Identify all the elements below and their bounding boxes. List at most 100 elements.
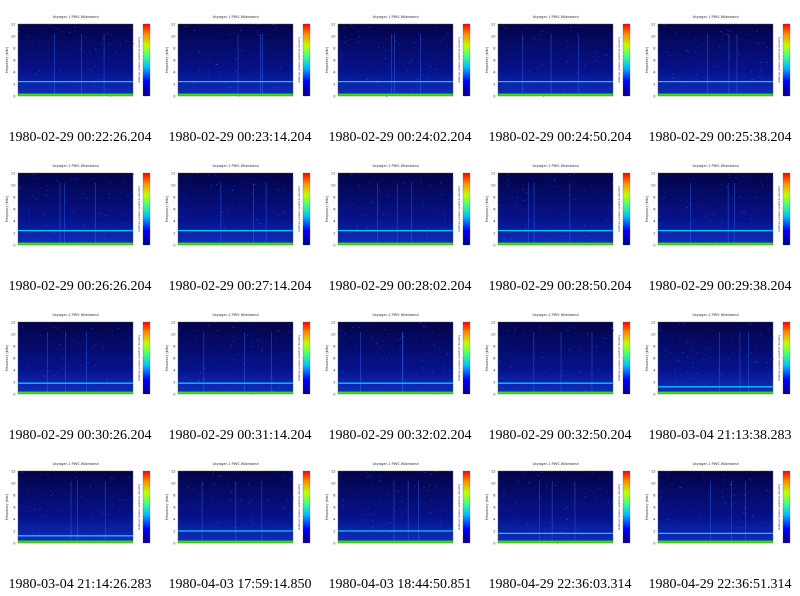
y-tick-label: 8 bbox=[333, 46, 336, 50]
panel-title: Voyager-1 PWS Wideband bbox=[372, 313, 418, 317]
low-frequency-band bbox=[18, 540, 133, 543]
y-tick-label: 10 bbox=[331, 34, 336, 38]
colorbar-label: relative power spectral density bbox=[297, 484, 301, 531]
y-tick-label: 6 bbox=[333, 356, 336, 360]
spectrogram-plot: Voyager-1 PWS Wideband 0 2 4 6 8 10 12 Frequency… bbox=[325, 164, 471, 247]
spectrogram-plot: Voyager-1 PWS Wideband 0 2 4 6 8 10 12 Frequency… bbox=[325, 313, 471, 396]
y-tick-label: 12 bbox=[491, 320, 496, 324]
y-tick-label: 12 bbox=[11, 320, 16, 324]
low-frequency-band bbox=[658, 93, 773, 96]
spectrogram-plot: Voyager-1 PWS Wideband 0 2 4 6 8 10 12 Frequency… bbox=[5, 313, 151, 396]
spectrogram-plot: Voyager-1 PWS Wideband 0 2 4 6 8 10 12 Frequency… bbox=[165, 164, 311, 247]
colorbar-label: relative power spectral density bbox=[777, 335, 781, 382]
y-tick-label: 2 bbox=[13, 82, 15, 86]
colorbar bbox=[142, 321, 151, 395]
panel-caption: 1980-02-29 00:32:50.204 bbox=[488, 428, 632, 443]
y-tick-label: 2 bbox=[333, 82, 335, 86]
colorbar-label: relative power spectral density bbox=[457, 484, 461, 531]
colorbar-label: relative power spectral density bbox=[617, 335, 621, 382]
colorbar-label: relative power spectral density bbox=[617, 186, 621, 233]
panel-title: Voyager-1 PWS Wideband bbox=[692, 313, 738, 317]
spectrogram-plot: Voyager-1 PWS Wideband 0 2 4 6 8 10 12 Frequency… bbox=[485, 462, 631, 545]
y-tick-label: 8 bbox=[13, 493, 16, 497]
spectrogram-panel: Voyager-1 PWS Wideband 0 2 4 6 8 10 12 Frequency… bbox=[480, 447, 640, 596]
y-tick-label: 0 bbox=[173, 541, 176, 545]
y-tick-label: 8 bbox=[653, 195, 656, 199]
panel-title: Voyager-1 PWS Wideband bbox=[372, 15, 418, 19]
colorbar-label: relative power spectral density bbox=[457, 37, 461, 84]
panel-caption: 1980-04-03 17:59:14.850 bbox=[168, 577, 312, 592]
panel-caption: 1980-02-29 00:30:26.204 bbox=[8, 428, 152, 443]
y-tick-label: 10 bbox=[331, 183, 336, 187]
panel-title: Voyager-1 PWS Wideband bbox=[532, 164, 578, 168]
spectrogram-background bbox=[18, 173, 133, 245]
spectrogram-background bbox=[498, 471, 613, 543]
panel-title: Voyager-1 PWS Wideband bbox=[212, 164, 258, 168]
y-tick-label: 4 bbox=[173, 219, 176, 223]
y-tick-label: 0 bbox=[333, 541, 336, 545]
y-axis-label: Frequency (kHz) bbox=[485, 196, 489, 222]
y-tick-label: 10 bbox=[491, 183, 496, 187]
low-frequency-band bbox=[658, 391, 773, 394]
y-tick-label: 10 bbox=[171, 34, 176, 38]
panel-caption: 1980-02-29 00:22:26.204 bbox=[8, 130, 152, 145]
spectrogram-panel: Voyager-1 PWS Wideband 0 2 4 6 8 10 12 Frequency… bbox=[320, 0, 480, 149]
panel-caption: 1980-02-29 00:24:02.204 bbox=[328, 130, 472, 145]
colorbar-label: relative power spectral density bbox=[137, 37, 141, 84]
spectrogram-plot: Voyager-1 PWS Wideband 0 2 4 6 8 10 12 Frequency… bbox=[485, 313, 631, 396]
spectrogram-plot: Voyager-1 PWS Wideband 0 2 4 6 8 10 12 Frequency… bbox=[165, 462, 311, 545]
y-tick-label: 4 bbox=[333, 70, 336, 74]
y-tick-label: 0 bbox=[173, 392, 176, 396]
y-tick-label: 0 bbox=[173, 243, 176, 247]
y-tick-label: 2 bbox=[13, 529, 15, 533]
y-tick-label: 12 bbox=[171, 469, 176, 473]
low-frequency-band bbox=[498, 540, 613, 543]
low-frequency-band bbox=[338, 540, 453, 543]
y-tick-label: 6 bbox=[493, 505, 496, 509]
colorbar bbox=[142, 470, 151, 544]
y-tick-label: 10 bbox=[651, 481, 656, 485]
colorbar bbox=[782, 321, 791, 395]
y-tick-label: 10 bbox=[171, 481, 176, 485]
y-tick-label: 4 bbox=[173, 70, 176, 74]
y-tick-label: 10 bbox=[331, 332, 336, 336]
panel-title: Voyager-1 PWS Wideband bbox=[532, 313, 578, 317]
y-tick-label: 6 bbox=[173, 356, 176, 360]
colorbar-label: relative power spectral density bbox=[137, 484, 141, 531]
y-tick-label: 6 bbox=[13, 207, 16, 211]
y-tick-label: 8 bbox=[13, 46, 16, 50]
spectrogram-plot: Voyager-1 PWS Wideband 0 2 4 6 8 10 12 Frequency… bbox=[485, 164, 631, 247]
panel-caption: 1980-03-04 21:14:26.283 bbox=[8, 577, 152, 592]
colorbar bbox=[302, 321, 311, 395]
colorbar-label: relative power spectral density bbox=[617, 484, 621, 531]
y-tick-label: 4 bbox=[13, 219, 16, 223]
spectrogram-panel: Voyager-1 PWS Wideband 0 2 4 6 8 10 12 Frequency… bbox=[160, 149, 320, 298]
panel-title: Voyager-1 PWS Wideband bbox=[532, 462, 578, 466]
low-frequency-band bbox=[498, 242, 613, 245]
panel-title: Voyager-1 PWS Wideband bbox=[52, 164, 98, 168]
y-tick-label: 10 bbox=[651, 332, 656, 336]
spectrogram-plot: Voyager-1 PWS Wideband 0 2 4 6 8 10 12 Frequency… bbox=[5, 462, 151, 545]
panel-caption: 1980-02-29 00:25:38.204 bbox=[648, 130, 792, 145]
panel-caption: 1980-02-29 00:29:38.204 bbox=[648, 279, 792, 294]
spectrogram-panel: Voyager-1 PWS Wideband 0 2 4 6 8 10 12 Frequency… bbox=[640, 0, 800, 149]
spectrogram-plot: Voyager-1 PWS Wideband 0 2 4 6 8 10 12 Frequency… bbox=[165, 15, 311, 98]
y-axis-label: Frequency (kHz) bbox=[5, 345, 9, 371]
low-frequency-band bbox=[18, 391, 133, 394]
y-tick-label: 2 bbox=[173, 82, 175, 86]
panel-caption: 1980-02-29 00:26:26.204 bbox=[8, 279, 152, 294]
panel-title: Voyager-1 PWS Wideband bbox=[52, 15, 98, 19]
colorbar bbox=[782, 172, 791, 246]
y-tick-label: 0 bbox=[173, 94, 176, 98]
panel-caption: 1980-04-29 22:36:51.314 bbox=[648, 577, 792, 592]
spectrogram-plot: Voyager-1 PWS Wideband 0 2 4 6 8 10 12 Frequency… bbox=[645, 15, 791, 98]
colorbar bbox=[782, 23, 791, 97]
colorbar-label: relative power spectral density bbox=[457, 335, 461, 382]
spectrogram-plot: Voyager-1 PWS Wideband 0 2 4 6 8 10 12 Frequency… bbox=[645, 164, 791, 247]
y-tick-label: 4 bbox=[493, 219, 496, 223]
panel-title: Voyager-1 PWS Wideband bbox=[692, 462, 738, 466]
colorbar bbox=[302, 23, 311, 97]
y-tick-label: 8 bbox=[653, 493, 656, 497]
y-tick-label: 8 bbox=[493, 344, 496, 348]
y-tick-label: 8 bbox=[493, 195, 496, 199]
